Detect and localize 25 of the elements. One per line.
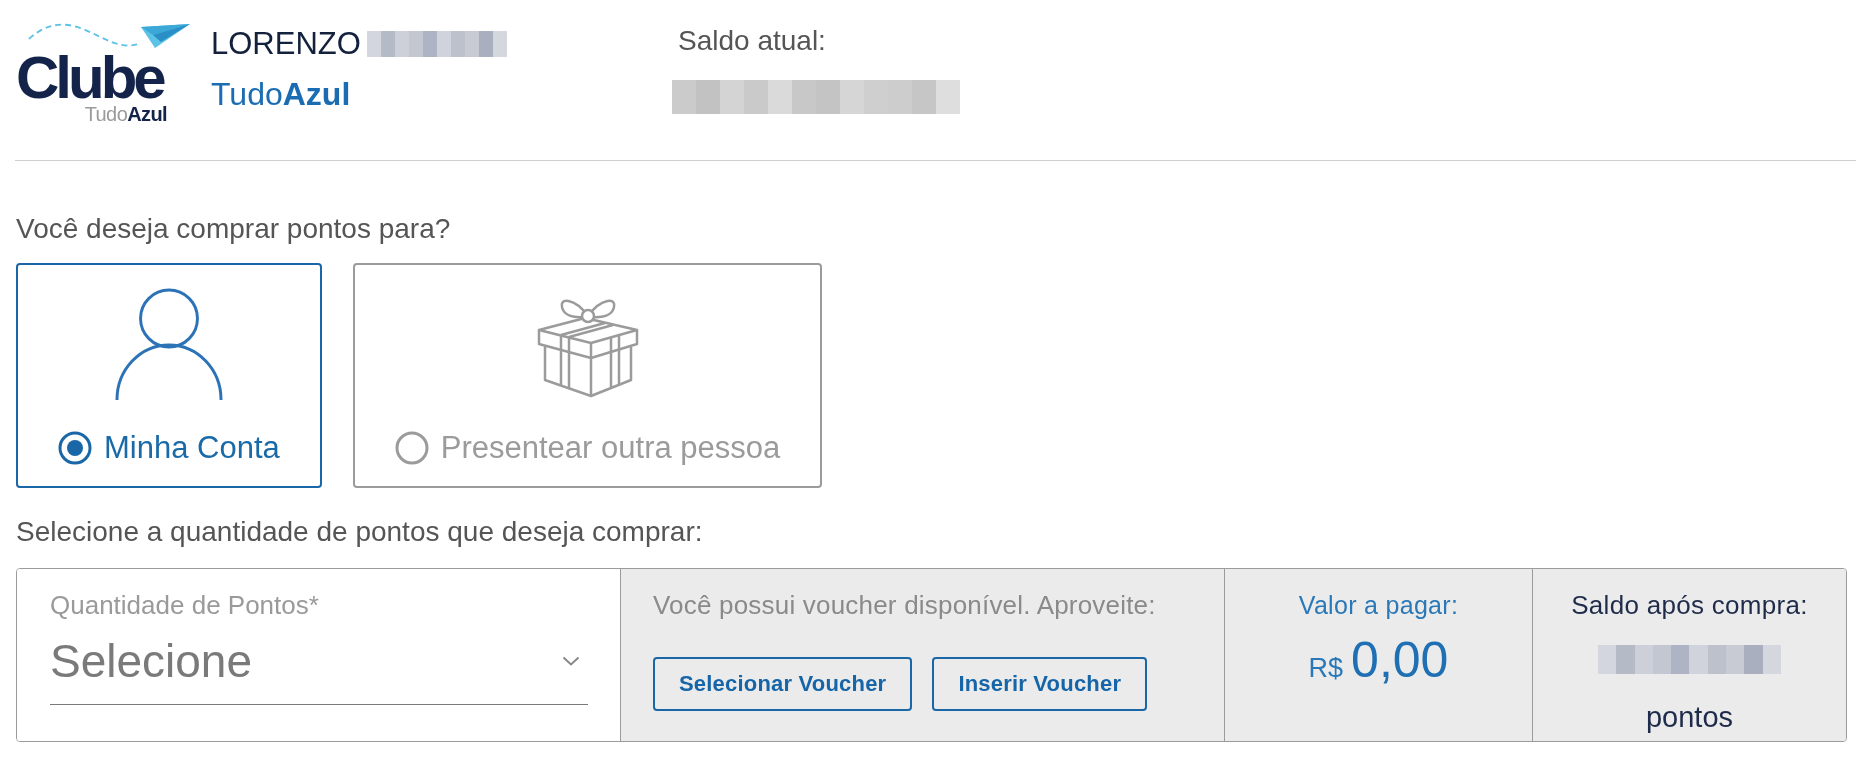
voucher-button[interactable]: Inserir Voucher <box>932 657 1148 711</box>
balance-after-label: Saldo após compra: <box>1571 589 1808 621</box>
program-name: TudoAzul <box>211 75 351 114</box>
person-icon <box>114 288 223 400</box>
amount-label: Valor a pagar: <box>1298 590 1459 621</box>
logo-subtitle: TudoAzul <box>84 104 167 124</box>
radio-button[interactable] <box>58 431 92 465</box>
user-name: LORENZO <box>211 25 361 63</box>
voucher-message: Você possui voucher disponível. Aproveite: <box>653 589 1156 621</box>
amount-value: 0,00 <box>1351 632 1449 688</box>
logo-title: Clube <box>16 50 163 106</box>
voucher-button[interactable]: Selecionar Voucher <box>653 657 913 711</box>
currency-symbol: R$ <box>1308 652 1344 685</box>
field-label: Quantidade de Pontos* <box>50 590 319 620</box>
points-unit: pontos <box>1645 700 1734 734</box>
section-prompt: Selecione a quantidade de pontos que deseja comprar: <box>16 515 703 549</box>
points-select[interactable]: Selecione <box>50 633 588 705</box>
recipient-option-card[interactable]: Presentear outra pessoa <box>352 263 823 488</box>
radio-button[interactable] <box>394 431 429 465</box>
recipient-option-card[interactable]: Minha Conta <box>16 263 322 488</box>
chevron-down-icon <box>562 656 580 666</box>
section-question: Você deseja comprar pontos para? <box>16 212 451 246</box>
option-label: Minha Conta <box>104 430 280 466</box>
option-label: Presentear outra pessoa <box>440 430 781 466</box>
balance-label: Saldo atual: <box>678 24 826 58</box>
